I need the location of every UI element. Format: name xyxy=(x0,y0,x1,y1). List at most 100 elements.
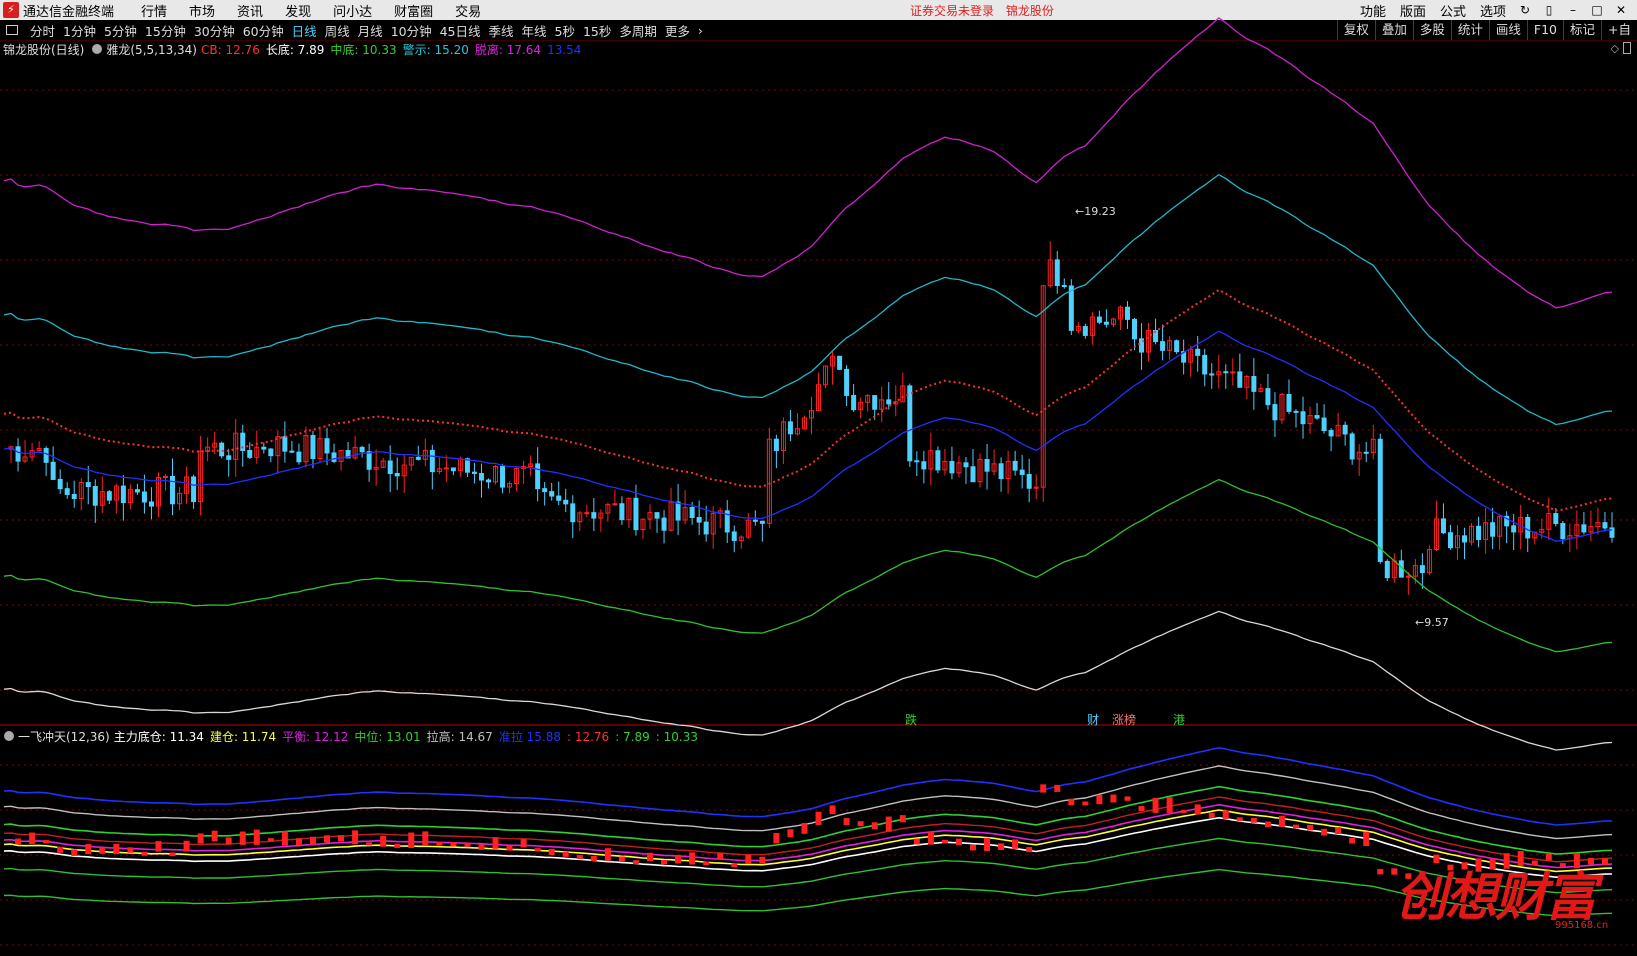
candle-body xyxy=(1209,373,1215,376)
sub-red-block xyxy=(1601,858,1608,865)
candle-body xyxy=(1160,341,1166,351)
candle-body xyxy=(486,479,491,483)
candle-body xyxy=(752,519,758,522)
candle-body xyxy=(1314,415,1320,419)
candle-body xyxy=(1251,375,1257,392)
scroll-handle-icon[interactable] xyxy=(1623,42,1631,54)
sub-red-block xyxy=(1012,839,1019,849)
sub-red-block xyxy=(366,842,373,846)
event-marker-2[interactable]: 涨榜 xyxy=(1112,711,1136,728)
candle-body xyxy=(563,499,569,505)
candle-body xyxy=(984,459,990,472)
sub-red-block xyxy=(99,847,106,854)
sub-red-block xyxy=(1264,821,1271,828)
event-marker-1[interactable]: 财 xyxy=(1087,711,1099,728)
sub-red-block xyxy=(71,849,78,857)
sub-red-block xyxy=(1349,838,1356,844)
sub-value-6: : 12.76 xyxy=(566,729,610,744)
sub-red-block xyxy=(1138,805,1145,812)
sub-red-block xyxy=(1082,801,1089,806)
sub-red-block xyxy=(309,836,316,845)
candle-body xyxy=(1202,354,1208,375)
main-value-0: CB: 12.76 xyxy=(201,42,260,57)
sub-red-block xyxy=(590,856,597,862)
sub-red-block xyxy=(1278,815,1285,827)
sub-red-block xyxy=(492,837,499,849)
candle-body xyxy=(731,531,737,541)
sub-value-8: : 10.33 xyxy=(655,729,698,744)
sub-red-block xyxy=(1166,797,1173,813)
candle-body xyxy=(64,488,70,495)
candle-body xyxy=(1447,532,1453,549)
candle-body xyxy=(1328,430,1334,437)
indicator-dropdown-icon[interactable] xyxy=(92,44,103,54)
sub-red-block xyxy=(787,829,794,838)
candle-body xyxy=(92,486,98,506)
sub-red-block xyxy=(295,838,302,846)
candle-body xyxy=(219,442,225,457)
sub-zhunla-line xyxy=(3,746,1613,826)
event-marker-0[interactable]: 跌 xyxy=(905,711,917,728)
sub-red-block xyxy=(1335,827,1342,835)
candle-body xyxy=(134,489,140,493)
sub-red-block xyxy=(871,822,878,830)
sub-red-block xyxy=(857,821,864,827)
sub-indicator-values: 主力底仓: 11.34 建仓: 11.74 平衡: 12.12 中位: 13.01 拉高… xyxy=(114,728,704,745)
band-jingshi-line xyxy=(3,173,1613,426)
candle-body xyxy=(387,460,393,475)
sub-red-block xyxy=(352,830,359,845)
sub-red-block xyxy=(225,837,232,845)
candle-body xyxy=(226,455,232,460)
chart-title: 锦龙股份(日线) xyxy=(3,42,85,57)
candle-body xyxy=(1230,371,1236,374)
sub-red-block xyxy=(941,839,948,844)
candle-body xyxy=(1012,460,1018,471)
candle-body xyxy=(1124,306,1130,320)
sub-red-block xyxy=(548,848,555,855)
main-value-1: 长底: 7.89 xyxy=(265,42,325,57)
candle-body xyxy=(366,451,372,470)
candle-body xyxy=(696,516,702,523)
candle-body xyxy=(429,449,435,473)
sub-red-block xyxy=(253,829,260,845)
candle-body xyxy=(1321,417,1327,432)
sub-red-block xyxy=(815,811,822,825)
sub-red-block xyxy=(43,840,50,844)
sub-indicator-dropdown-icon[interactable] xyxy=(4,731,14,741)
diamond-icon[interactable]: ◇ xyxy=(1611,42,1619,55)
sub-red-block xyxy=(984,837,991,852)
sub-red-block xyxy=(338,835,345,842)
candle-body xyxy=(654,512,660,519)
sub-indicator-name[interactable]: 一飞冲天(12,36) xyxy=(18,728,110,745)
candle-body xyxy=(1019,469,1025,475)
indicator-name[interactable]: 雅龙(5,5,13,34) xyxy=(106,41,197,58)
sub-red-block xyxy=(267,838,274,842)
sub-red-block xyxy=(127,847,134,853)
candle-body xyxy=(85,482,91,488)
sub-red-block xyxy=(436,842,443,846)
sub-red-block xyxy=(394,843,401,848)
candle-body xyxy=(1174,340,1180,353)
candle-body xyxy=(787,421,793,435)
sub-red-block xyxy=(576,855,583,860)
kline-chart[interactable]: ←19.23 ←9.57 xyxy=(0,0,1637,956)
sub-red-block xyxy=(450,842,457,847)
candle-body xyxy=(675,501,681,521)
sub-red-block xyxy=(57,846,64,853)
sub-red-block xyxy=(1307,824,1314,831)
sub-red-block xyxy=(1040,784,1047,793)
candle-body xyxy=(443,467,449,470)
sub-red-block xyxy=(1152,797,1159,813)
candle-body xyxy=(907,385,913,462)
event-marker-3[interactable]: 港 xyxy=(1173,711,1185,728)
candle-body xyxy=(921,461,927,470)
low-price-label: ←9.57 xyxy=(1415,616,1449,629)
sub-value-2: 平衡: 12.12 xyxy=(282,729,349,744)
candle-body xyxy=(886,399,892,405)
candle-body xyxy=(1054,259,1060,287)
candle-body xyxy=(71,493,77,500)
candle-body xyxy=(1419,565,1425,573)
main-indicator-line: 锦龙股份(日线) 雅龙(5,5,13,34) CB: 12.76 长底: 7.89… xyxy=(0,41,1637,57)
sub-red-block xyxy=(885,816,892,832)
candle-body xyxy=(1462,535,1468,543)
